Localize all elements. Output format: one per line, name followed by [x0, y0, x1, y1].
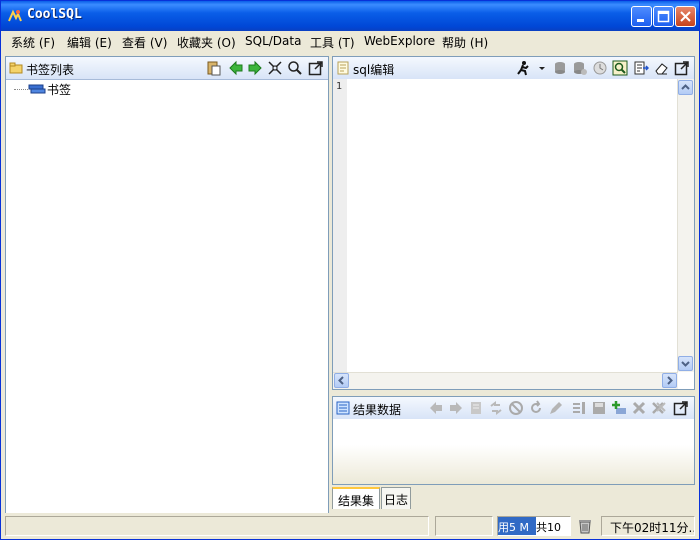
paste-icon[interactable]	[206, 60, 222, 76]
add-row-icon[interactable]	[611, 400, 627, 416]
sql-editor-header: sql编辑	[333, 57, 694, 80]
maximize-icon	[657, 10, 670, 23]
folder-star-icon	[9, 62, 23, 74]
tree-root-label[interactable]: 书签	[47, 81, 71, 98]
sql-editor-title: sql编辑	[353, 63, 395, 77]
scroll-left-button[interactable]	[334, 373, 349, 388]
memory-total: 共10	[536, 517, 570, 535]
result-panel: 结果数据	[332, 396, 695, 485]
save-icon[interactable]	[591, 400, 607, 416]
status-bar: 用5 M 共10 下午02时11分...	[1, 513, 699, 539]
tab-log[interactable]: 日志	[381, 487, 411, 509]
maximize-button[interactable]	[653, 6, 674, 27]
run-icon[interactable]	[515, 60, 531, 76]
history-icon[interactable]	[592, 60, 608, 76]
document-icon	[337, 61, 349, 75]
line-number: 1	[336, 81, 343, 92]
zoom-page-icon[interactable]	[612, 60, 628, 76]
menu-bar: 系统 (F) 编辑 (E) 查看 (V) 收藏夹 (O) SQL/Data 工具…	[1, 31, 699, 52]
arrow-right-icon[interactable]	[448, 400, 464, 416]
menu-webexplore[interactable]: WebExplore	[364, 34, 435, 48]
close-icon	[680, 11, 691, 22]
page-icon[interactable]	[468, 400, 484, 416]
status-message-cell	[5, 516, 429, 536]
tab-result-set[interactable]: 结果集	[332, 487, 380, 509]
chevron-left-icon	[338, 376, 344, 385]
minimize-icon	[637, 19, 644, 22]
result-content	[333, 419, 694, 484]
menu-view[interactable]: 查看 (V)	[122, 34, 167, 51]
arrow-left-icon[interactable]	[428, 400, 444, 416]
scroll-down-button[interactable]	[678, 356, 693, 371]
bookmark-books-icon	[28, 84, 46, 94]
chevron-down-icon	[681, 361, 690, 367]
arrow-right-icon[interactable]	[247, 60, 263, 76]
memory-indicator: 用5 M 共10	[497, 516, 571, 536]
app-window: CoolSQL 系统 (F) 编辑 (E) 查看 (V) 收藏夹 (O) SQL…	[0, 0, 700, 540]
window-title: CoolSQL	[27, 7, 82, 22]
stop-icon[interactable]	[508, 400, 524, 416]
refresh-arrows-icon[interactable]	[488, 400, 504, 416]
columns-icon[interactable]	[571, 400, 587, 416]
menu-tools[interactable]: 工具 (T)	[310, 34, 355, 51]
search-icon[interactable]	[287, 60, 303, 76]
popout-icon[interactable]	[674, 60, 690, 76]
tree-connector	[14, 89, 28, 90]
menu-system[interactable]: 系统 (F)	[11, 34, 55, 51]
collapse-icon[interactable]	[267, 60, 283, 76]
result-panel-title: 结果数据	[353, 403, 402, 417]
edit-icon[interactable]	[548, 400, 564, 416]
database-connect-icon[interactable]	[572, 60, 588, 76]
bookmark-panel-header: 书签列表	[6, 57, 328, 80]
minimize-button[interactable]	[631, 6, 652, 27]
popout-icon[interactable]	[673, 400, 689, 416]
status-time: 下午02时11分...	[601, 516, 695, 536]
result-list-icon	[336, 401, 350, 415]
close-button[interactable]	[675, 6, 696, 27]
bookmark-panel: 书签列表 书签	[5, 56, 329, 514]
dropdown-arrow-icon[interactable]	[537, 60, 547, 76]
arrow-left-icon[interactable]	[228, 60, 244, 76]
delete-icon[interactable]	[631, 400, 647, 416]
export-icon[interactable]	[633, 60, 649, 76]
menu-sql-data[interactable]: SQL/Data	[245, 34, 301, 48]
result-panel-header: 结果数据	[333, 397, 694, 420]
app-logo-icon	[8, 9, 22, 22]
menu-edit[interactable]: 编辑 (E)	[67, 34, 112, 51]
bookmark-tree: 书签	[6, 79, 328, 513]
sql-vertical-scrollbar[interactable]	[677, 79, 694, 372]
menu-help[interactable]: 帮助 (H)	[442, 34, 488, 51]
sql-editor-panel: sql编辑 1	[332, 56, 695, 390]
popout-icon[interactable]	[308, 60, 324, 76]
bookmark-panel-title: 书签列表	[26, 63, 75, 77]
chevron-right-icon	[667, 376, 673, 385]
title-bar[interactable]: CoolSQL	[1, 1, 699, 31]
database-icon[interactable]	[552, 60, 568, 76]
reload-icon[interactable]	[528, 400, 544, 416]
scroll-right-button[interactable]	[662, 373, 677, 388]
eraser-icon[interactable]	[653, 60, 669, 76]
scroll-up-button[interactable]	[678, 80, 693, 95]
delete-all-icon[interactable]	[651, 400, 667, 416]
status-empty-cell	[435, 516, 493, 536]
sql-horizontal-scrollbar[interactable]	[333, 372, 678, 389]
line-number-gutter: 1	[333, 79, 347, 389]
sql-text-area[interactable]	[347, 79, 678, 372]
menu-favorites[interactable]: 收藏夹 (O)	[177, 34, 236, 51]
chevron-up-icon	[681, 84, 690, 90]
trash-icon[interactable]	[577, 518, 593, 534]
memory-used: 用5 M	[498, 517, 536, 535]
